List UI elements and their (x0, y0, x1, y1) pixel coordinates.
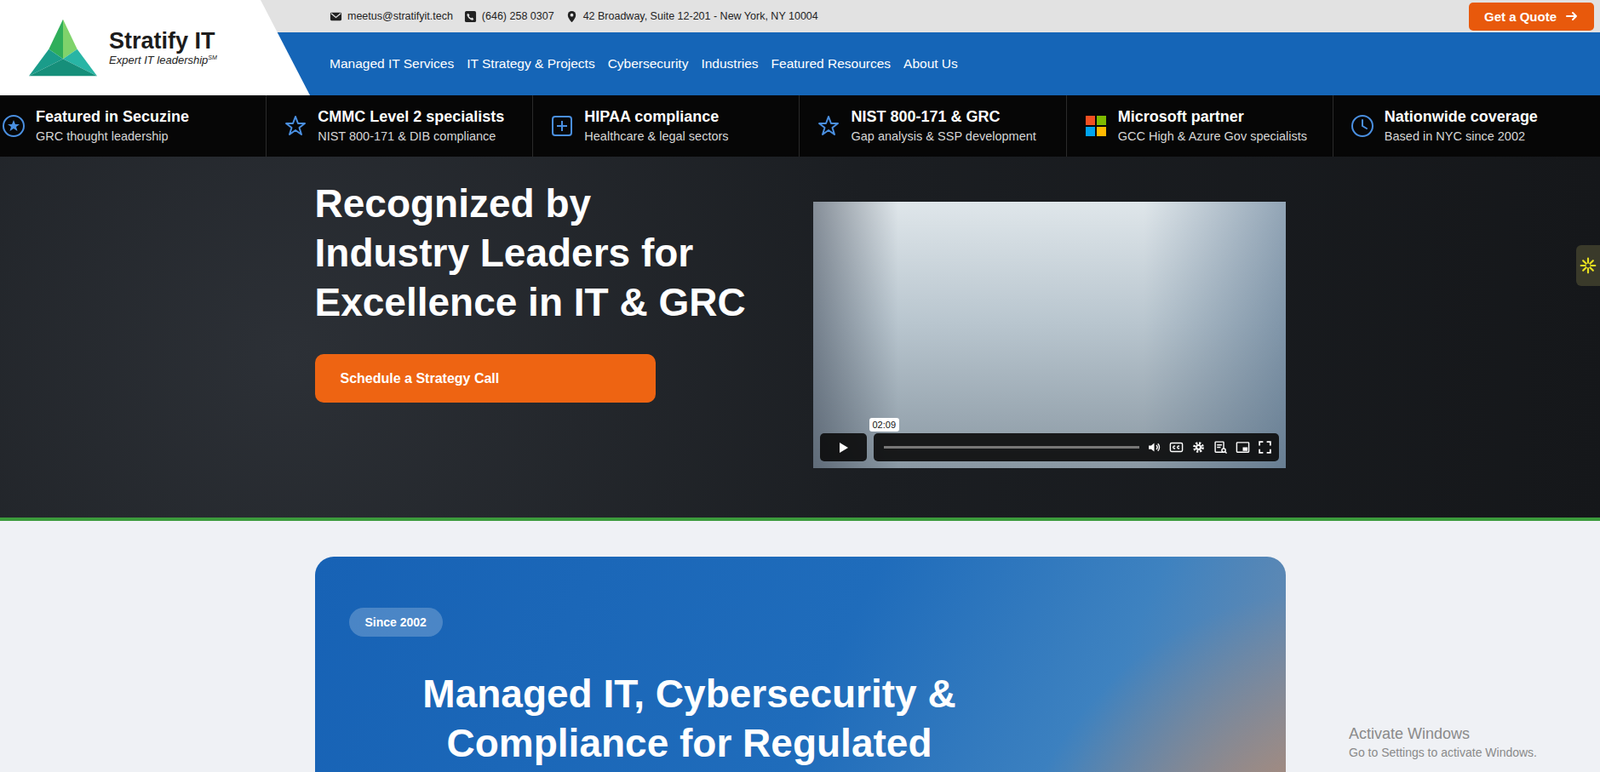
star-circle-icon (1, 114, 26, 138)
highlight-title: Nationwide coverage (1384, 107, 1538, 127)
highlight-text: Microsoft partnerGCC High & Azure Gov sp… (1118, 107, 1308, 145)
highlight-text: HIPAA complianceHealthcare & legal secto… (584, 107, 729, 145)
time-tooltip: 02:09 (869, 418, 901, 432)
intro-title-line: Managed IT, Cybersecurity & (349, 669, 1031, 719)
nav-item[interactable]: IT Strategy & Projects (466, 56, 595, 72)
site-header: Stratify ITExpert IT leadershipSM meetus… (0, 0, 1600, 96)
progress-track[interactable] (883, 446, 1140, 449)
picture-in-picture-icon[interactable] (1235, 440, 1251, 455)
nav-item[interactable]: Industries (700, 56, 758, 72)
transcript-icon[interactable] (1213, 440, 1228, 455)
highlight-subtitle: NIST 800-171 & DIB compliance (317, 127, 505, 145)
arrow-right-icon (1565, 9, 1579, 23)
envelope-icon (329, 10, 343, 23)
highlight-item: NIST 800-171 & GRCGap analysis & SSP dev… (799, 95, 1067, 157)
highlight-subtitle: Healthcare & legal sectors (584, 127, 729, 145)
plus-square-icon (550, 114, 574, 138)
fullscreen-icon[interactable] (1257, 440, 1273, 455)
video-player[interactable]: 02:09 (813, 201, 1286, 469)
highlight-item: HIPAA complianceHealthcare & legal secto… (533, 95, 800, 157)
strategy-call-button[interactable]: Schedule a Strategy Call (315, 354, 656, 403)
video-controls (820, 433, 1279, 462)
microsoft-logo-icon (1083, 114, 1108, 138)
control-bar (873, 433, 1279, 462)
watermark-subtitle: Go to Settings to activate Windows. (1348, 745, 1537, 760)
star-icon (283, 114, 308, 138)
logo-text: Stratify ITExpert IT leadershipSM (108, 28, 218, 68)
top-bar: meetus@stratifyit.tech (646) 258 0307 42… (329, 0, 1600, 33)
highlight-item: Microsoft partnerGCC High & Azure Gov sp… (1066, 95, 1334, 157)
main-nav: Managed IT Services IT Strategy & Project… (329, 32, 1600, 96)
since-badge: Since 2002 (349, 607, 443, 637)
highlight-item: Nationwide coverageBased in NYC since 20… (1333, 95, 1600, 157)
side-widget-tab[interactable] (1576, 245, 1600, 287)
volume-icon[interactable] (1146, 440, 1162, 455)
highlights-strip: Featured in SecuzineGRC thought leadersh… (0, 95, 1600, 157)
nav-item[interactable]: Featured Resources (771, 56, 891, 72)
highlight-text: CMMC Level 2 specialistsNIST 800-171 & D… (317, 107, 505, 145)
highlight-subtitle: GRC thought leadership (35, 127, 190, 145)
windows-activation-watermark: Activate WindowsGo to Settings to activa… (1348, 725, 1537, 760)
logo[interactable]: Stratify ITExpert IT leadershipSM (0, 0, 310, 96)
highlight-title: HIPAA compliance (584, 107, 729, 127)
highlight-title: CMMC Level 2 specialists (317, 107, 505, 127)
header-main: meetus@stratifyit.tech (646) 258 0307 42… (309, 0, 1600, 96)
hero-title-line: Industry Leaders for (315, 228, 814, 278)
captions-icon[interactable] (1169, 440, 1184, 455)
nav-item[interactable]: About Us (903, 56, 958, 72)
highlight-title: NIST 800-171 & GRC (850, 107, 1036, 127)
map-pin-icon (565, 10, 579, 23)
highlight-text: Featured in SecuzineGRC thought leadersh… (35, 107, 190, 145)
hero: Recognized byIndustry Leaders forExcelle… (0, 156, 1600, 522)
gear-icon[interactable] (1191, 440, 1206, 455)
page: Stratify ITExpert IT leadershipSM meetus… (0, 0, 1600, 772)
intro-title-line: Compliance for Regulated (349, 718, 1031, 769)
highlight-title: Microsoft partner (1118, 107, 1308, 127)
logo-name: Stratify IT (108, 28, 218, 55)
service-mark: SM (207, 54, 218, 61)
contact-list: meetus@stratifyit.tech (646) 258 0307 42… (329, 10, 819, 23)
highlight-subtitle: Based in NYC since 2002 (1384, 127, 1538, 145)
logo-tagline: Expert IT leadershipSM (108, 53, 218, 67)
highlight-subtitle: GCC High & Azure Gov specialists (1118, 127, 1308, 145)
intro-card: Since 2002 Managed IT, Cybersecurity &Com… (315, 556, 1286, 772)
highlight-text: NIST 800-171 & GRCGap analysis & SSP dev… (850, 107, 1036, 145)
hero-content: Recognized byIndustry Leaders forExcelle… (315, 178, 1286, 469)
get-quote-label: Get a Quote (1484, 9, 1557, 24)
intro-title: Managed IT, Cybersecurity &Compliance fo… (349, 669, 1031, 769)
highlight-item: CMMC Level 2 specialistsNIST 800-171 & D… (266, 95, 534, 157)
hero-title: Recognized byIndustry Leaders forExcelle… (315, 178, 814, 327)
clock-icon (1350, 114, 1375, 138)
phone-icon (464, 10, 477, 23)
nav-item[interactable]: Managed IT Services (329, 56, 454, 72)
highlight-item: Featured in SecuzineGRC thought leadersh… (0, 95, 267, 157)
highlight-title: Featured in Secuzine (35, 107, 190, 127)
hero-text: Recognized byIndustry Leaders forExcelle… (315, 178, 814, 403)
asterisk-icon (1579, 257, 1597, 275)
email-link[interactable]: meetus@stratifyit.tech (329, 10, 454, 23)
hero-title-line: Recognized by (315, 178, 814, 229)
play-icon (836, 441, 850, 455)
address-link[interactable]: 42 Broadway, Suite 12-201 - New York, NY… (565, 10, 819, 23)
logo-triangle-icon (27, 17, 99, 78)
play-button[interactable] (820, 433, 867, 462)
hero-title-line: Excellence in IT & GRC (315, 277, 814, 327)
watermark-title: Activate Windows (1348, 725, 1537, 744)
phone-link[interactable]: (646) 258 0307 (464, 10, 555, 23)
star-icon (816, 114, 841, 138)
get-quote-button[interactable]: Get a Quote (1468, 2, 1595, 31)
highlight-text: Nationwide coverageBased in NYC since 20… (1384, 107, 1538, 145)
highlight-subtitle: Gap analysis & SSP development (850, 127, 1036, 145)
nav-item[interactable]: Cybersecurity (607, 56, 689, 72)
